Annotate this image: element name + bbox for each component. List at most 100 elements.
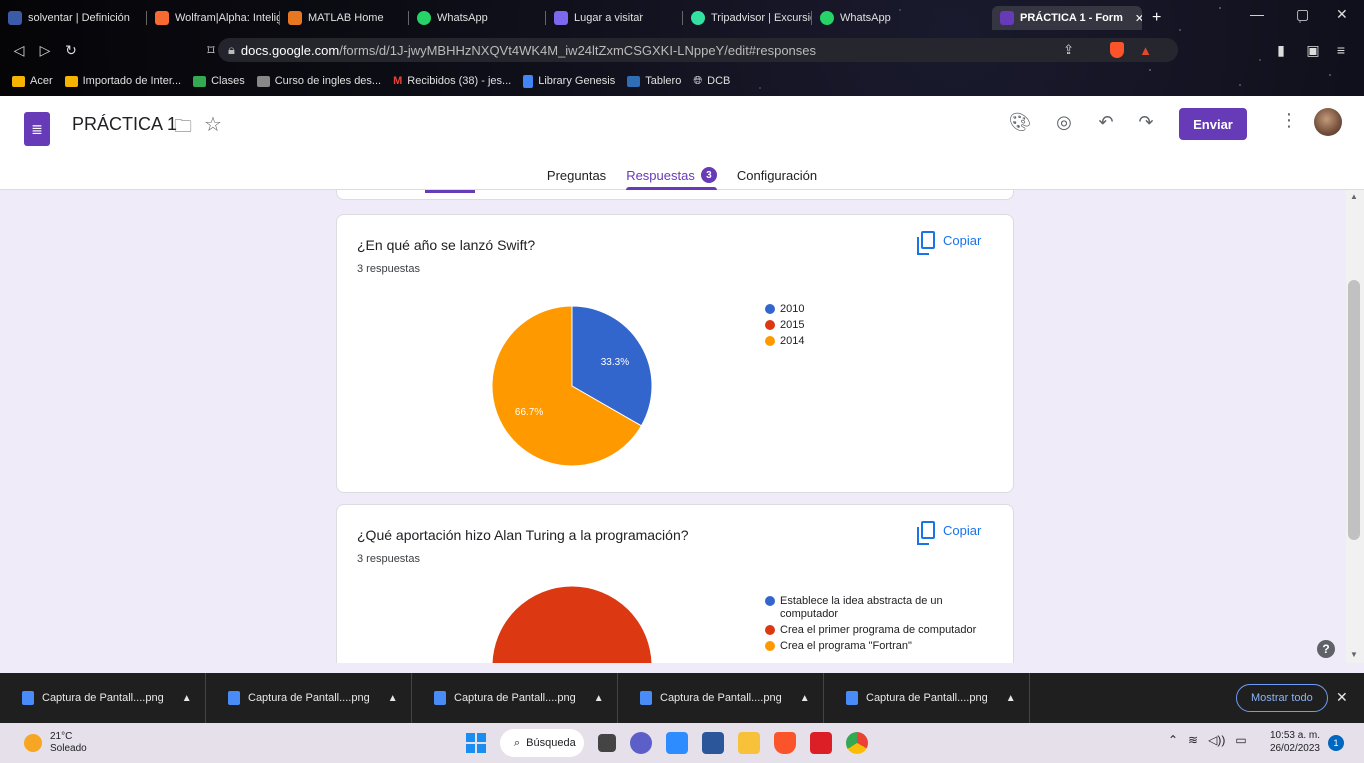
brave-shield-icon[interactable] [1110, 42, 1124, 58]
minimize-icon[interactable]: — [1250, 6, 1264, 22]
browser-tab[interactable]: MATLAB Home [280, 6, 408, 30]
chevron-up-icon[interactable]: ▲ [800, 693, 810, 704]
avatar[interactable] [1314, 108, 1342, 136]
chrome-icon[interactable] [846, 732, 868, 754]
restore-icon[interactable]: ▢ [1296, 6, 1309, 23]
folder-icon [64, 75, 78, 87]
folder-icon[interactable]: 🗀︎ [174, 114, 192, 144]
help-icon[interactable]: ? [1317, 640, 1335, 658]
form-title[interactable]: PRÁCTICA 1 [72, 114, 177, 135]
download-item[interactable]: Captura de Pantall....png ▲ [824, 673, 1030, 723]
form-tabs: Preguntas Respuestas 3 Configuración [0, 160, 1364, 190]
weather-widget[interactable]: 21°C Soleado [24, 731, 87, 755]
download-item[interactable]: Captura de Pantall....png ▲ [412, 673, 618, 723]
send-button[interactable]: Enviar [1179, 108, 1247, 140]
undo-icon[interactable]: ↶ [1094, 112, 1118, 133]
taskbar-apps: ⌕ Búsqueda [466, 729, 868, 757]
response-count: 3 respuestas [357, 553, 420, 565]
sidebar-icon[interactable]: ▮ [1268, 42, 1294, 59]
browser-tab[interactable]: WhatsApp [409, 6, 545, 30]
system-tray[interactable]: ⌃ ≋ ◁)) ▭ [1168, 733, 1247, 747]
responses-content: ¿En qué año se lanzó Swift? 3 respuestas… [0, 190, 1346, 663]
tab-questions[interactable]: Preguntas [547, 160, 606, 190]
word-icon[interactable] [702, 732, 724, 754]
legend-swatch [765, 304, 775, 314]
reload-icon[interactable]: ↻ [58, 42, 84, 59]
bookmark-item[interactable]: Library Genesis [523, 74, 615, 88]
url-input[interactable]: 🔒︎ docs.google.com/forms/d/1J-jwyMBHHzNX… [218, 38, 1178, 62]
scrollbar[interactable]: ▲ ▼ [1346, 190, 1364, 663]
menu-icon[interactable]: ≡ [1328, 42, 1354, 58]
legend-item: 2014 [765, 335, 804, 348]
forms-logo-icon[interactable]: ≣ [24, 112, 50, 146]
chevron-up-icon[interactable]: ▲ [1006, 693, 1016, 704]
taskbar-search[interactable]: ⌕ Búsqueda [500, 729, 584, 757]
brave-rewards-icon[interactable]: ▲ [1139, 43, 1152, 58]
lock-icon: 🔒︎ [228, 42, 235, 57]
taskbar: 21°C Soleado ⌕ Búsqueda ⌃ ≋ ◁)) ▭ 10:53 a.… [0, 723, 1364, 763]
share-icon[interactable]: ⇪ [1063, 42, 1074, 58]
wallet-icon[interactable]: ▣ [1300, 42, 1326, 59]
copy-chart-button[interactable]: Copiar [917, 521, 981, 545]
forward-icon[interactable]: ▷ [32, 42, 58, 59]
task-view-icon[interactable] [598, 734, 616, 752]
redo-icon[interactable]: ↷ [1134, 112, 1158, 133]
new-tab-button[interactable]: + [1152, 9, 1161, 27]
copy-chart-button[interactable]: Copiar [917, 231, 981, 255]
pie-slice-label: 66.7% [515, 407, 543, 418]
dgtic-icon [627, 75, 641, 87]
legend-item: 2010 [765, 303, 804, 316]
bookmark-item[interactable]: M Recibidos (38) - jes... [393, 75, 511, 87]
browser-tab[interactable]: Tripadvisor | Excursión [683, 6, 811, 30]
browser-tab[interactable]: solventar | Definición [0, 6, 146, 30]
bookmark-item[interactable]: Curso de ingles des... [256, 75, 381, 87]
zoom-icon[interactable] [666, 732, 688, 754]
file-icon [846, 691, 858, 705]
bookmark-item[interactable]: Clases [193, 75, 245, 87]
clock[interactable]: 10:53 a. m. 26/02/2023 [1262, 729, 1320, 755]
chat-icon[interactable] [630, 732, 652, 754]
windows-start-icon[interactable] [466, 733, 486, 753]
browser-tab[interactable]: Wolfram|Alpha: Intelig [147, 6, 279, 30]
download-item[interactable]: Captura de Pantall....png ▲ [618, 673, 824, 723]
palette-icon[interactable]: 🎨︎ [1008, 112, 1032, 133]
sun-icon [24, 734, 42, 752]
close-shelf-icon[interactable]: ✕ [1336, 689, 1348, 706]
legend-item: Crea el programa "Fortran" [765, 640, 985, 653]
pie-chart: 33.3% 66.7% [491, 305, 653, 467]
star-icon[interactable]: ☆ [204, 112, 222, 137]
notification-badge[interactable]: 1 [1328, 735, 1344, 751]
acrobat-icon[interactable] [810, 732, 832, 754]
show-all-button[interactable]: Mostrar todo [1236, 684, 1328, 712]
browser-tab[interactable]: Lugar a visitar [546, 6, 682, 30]
tab-settings[interactable]: Configuración [737, 160, 817, 190]
scroll-down-icon[interactable]: ▼ [1350, 650, 1358, 659]
bookmark-item[interactable]: Tablero [627, 75, 681, 87]
back-icon[interactable]: ◁ [6, 42, 32, 59]
question-title: ¿Qué aportación hizo Alan Turing a la pr… [357, 527, 689, 543]
scroll-up-icon[interactable]: ▲ [1350, 192, 1358, 201]
browser-tab[interactable]: WhatsApp [812, 6, 942, 30]
preview-eye-icon[interactable]: ◎ [1052, 112, 1076, 133]
file-explorer-icon[interactable] [738, 732, 760, 754]
browser-tab-active[interactable]: PRÁCTICA 1 - Form ✕ [992, 6, 1142, 30]
legend-item: 2015 [765, 319, 804, 332]
download-item[interactable]: Captura de Pantall....png ▲ [0, 673, 206, 723]
close-tab-icon[interactable]: ✕ [1135, 12, 1142, 25]
download-item[interactable]: Captura de Pantall....png ▲ [206, 673, 412, 723]
scrollbar-thumb[interactable] [1348, 280, 1360, 540]
chevron-up-icon[interactable]: ▲ [388, 693, 398, 704]
search-icon: ⌕ [514, 736, 521, 749]
legend-item: Establece la idea abstracta de un comput… [765, 595, 985, 621]
bookmark-item[interactable]: Importado de Inter... [64, 75, 181, 87]
chevron-up-icon[interactable]: ▲ [594, 693, 604, 704]
close-window-icon[interactable]: ✕ [1336, 6, 1348, 23]
chevron-up-icon[interactable]: ▲ [182, 693, 192, 704]
more-options-icon[interactable]: ⋮ [1280, 110, 1298, 131]
forms-favicon [1000, 11, 1014, 25]
tab-responses[interactable]: Respuestas 3 [626, 160, 717, 190]
bookmark-item[interactable]: 🌐︎ DCB [693, 75, 730, 88]
brave-browser-icon[interactable] [774, 732, 796, 754]
legend-item: Crea el primer programa de computador [765, 624, 985, 637]
bookmark-item[interactable]: Acer [12, 75, 53, 87]
